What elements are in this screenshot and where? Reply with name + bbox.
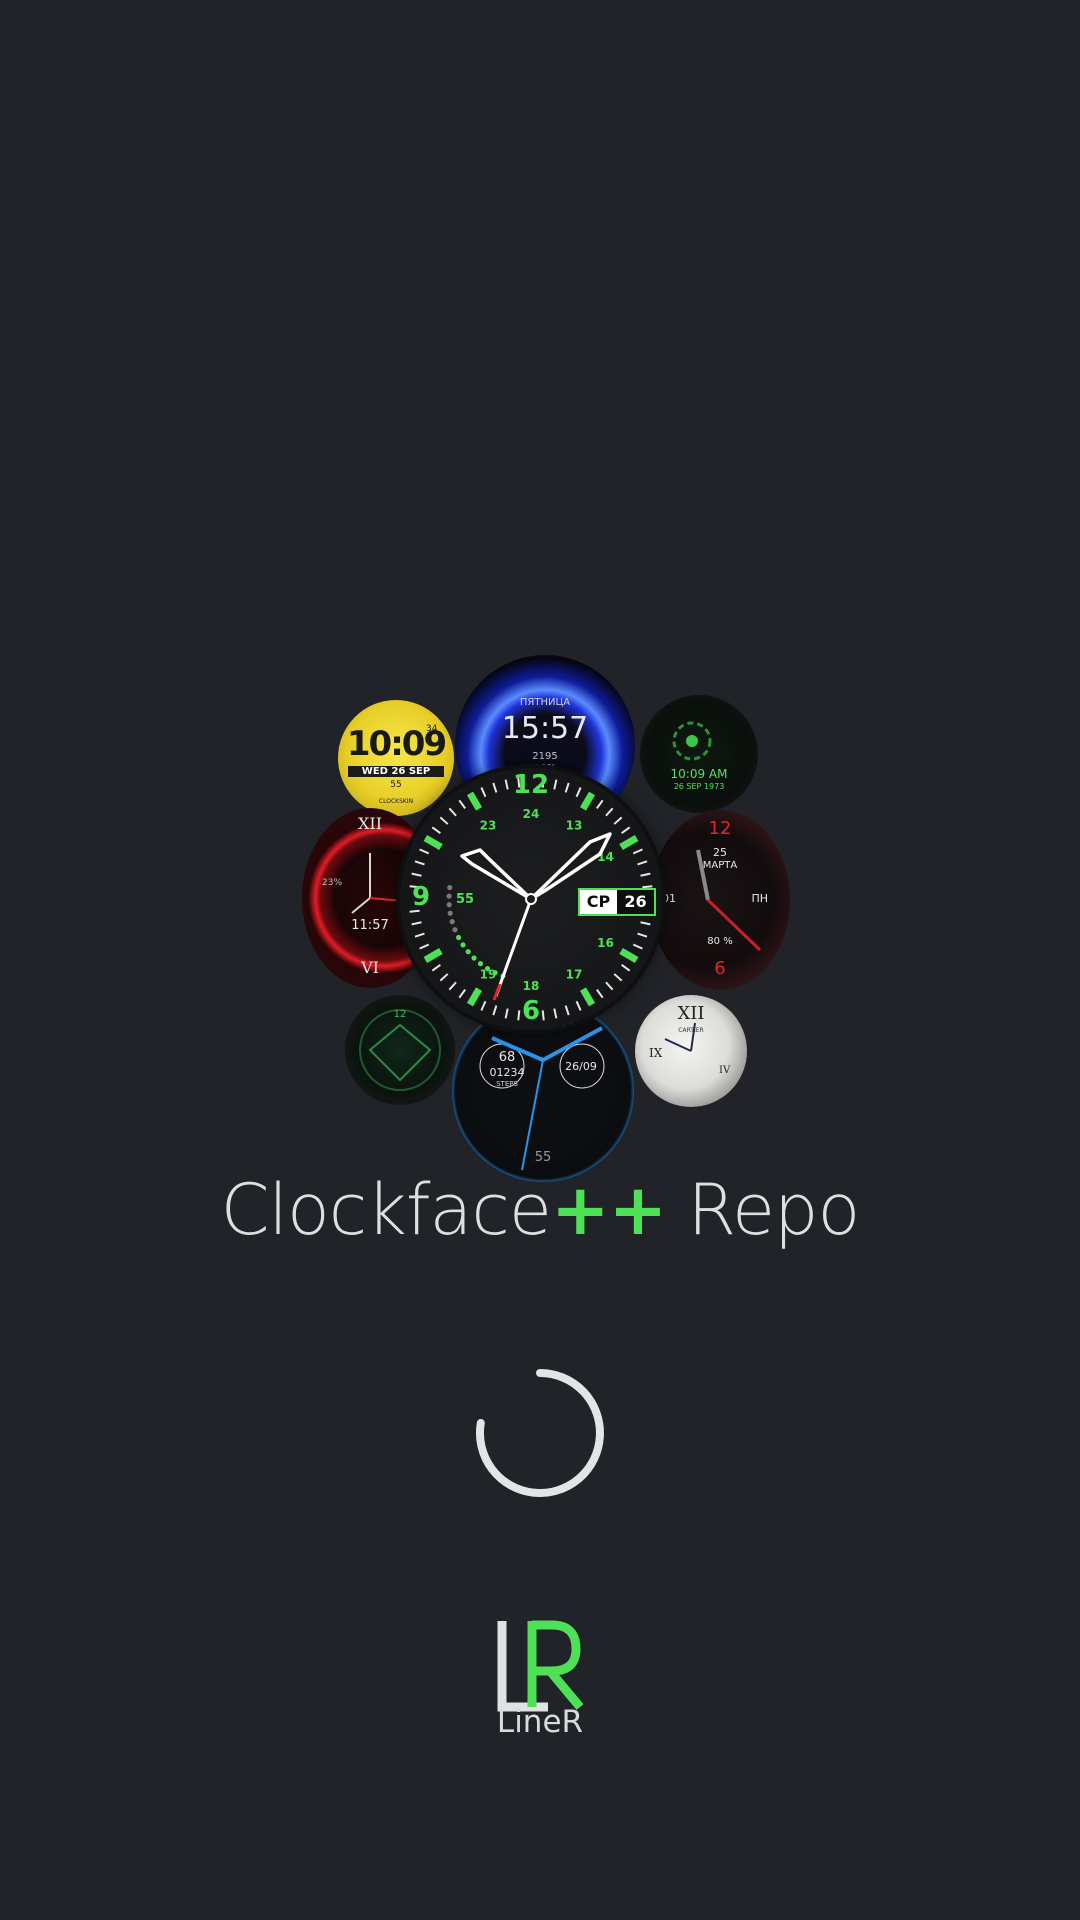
- progress-dot: [484, 965, 491, 972]
- red-r-hands-icon: [696, 849, 762, 952]
- progress-dot: [492, 970, 498, 976]
- inner-hour-number: 23: [480, 819, 497, 833]
- minute-tick: [448, 981, 457, 991]
- svg-text:IV: IV: [719, 1065, 731, 1076]
- minute-tick: [439, 816, 449, 825]
- minute-tick: [596, 799, 604, 809]
- watchface-collage: 10:09 34 WED 26 SEP 55 CLOCKSKIN ПЯТНИЦА…: [290, 650, 790, 1182]
- hour-marker: [619, 834, 639, 851]
- minute-tick: [640, 872, 651, 877]
- progress-dot: [477, 961, 484, 967]
- main-numeral-12: 12: [512, 770, 550, 800]
- svg-text:IX: IX: [649, 1046, 663, 1060]
- minute-tick: [431, 964, 441, 972]
- inner-hour-number: 18: [523, 979, 540, 993]
- inner-hour-number: 16: [597, 936, 614, 950]
- app-title-suffix: Repo: [666, 1169, 861, 1251]
- minute-tick: [419, 848, 430, 855]
- blue-time: 15:57: [501, 711, 589, 746]
- progress-dot: [465, 949, 471, 955]
- minute-tick: [414, 932, 425, 938]
- progress-dot: [446, 893, 452, 899]
- watchface-main-green: 24 13 14 16 17 18 19 23 12 9 6 55 СР 26: [400, 768, 662, 1030]
- yellow-seconds: 34: [426, 724, 438, 734]
- center-hub: [525, 893, 537, 905]
- minute-tick: [439, 973, 449, 982]
- progress-dot: [449, 919, 455, 925]
- brand-name: LineR: [496, 1704, 584, 1740]
- inner-hour-number: 24: [523, 807, 540, 821]
- blue-steps: 2195: [532, 751, 558, 762]
- minute-tick: [640, 921, 651, 926]
- minute-tick: [637, 860, 648, 866]
- minute-tick: [411, 872, 422, 877]
- blue-day: ПЯТНИЦА: [519, 697, 571, 708]
- progress-dot: [471, 955, 477, 961]
- main-numeral-9: 9: [411, 882, 431, 912]
- minute-tick: [605, 807, 614, 817]
- minute-tick: [414, 860, 425, 866]
- hour-marker: [619, 947, 639, 964]
- main-date-window: СР 26: [578, 888, 656, 916]
- inner-hour-number: 13: [566, 819, 583, 833]
- minute-tick: [613, 973, 623, 982]
- watchface-red-analog: 12 25 МАРТА 01 ПН 80 % 6: [650, 810, 790, 990]
- main-seconds: 55: [455, 892, 475, 907]
- minute-tick: [632, 943, 643, 950]
- hour-marker: [423, 834, 443, 851]
- progress-dot: [447, 884, 453, 891]
- minute-tick: [637, 932, 648, 938]
- app-title-plus: ++: [550, 1169, 667, 1251]
- main-date-day: СР: [580, 890, 617, 914]
- minute-tick: [613, 816, 623, 825]
- main-numeral-6: 6: [521, 996, 541, 1026]
- minute-tick: [458, 799, 466, 809]
- minute-tick: [632, 848, 643, 855]
- minute-tick: [621, 964, 631, 972]
- minute-tick: [431, 826, 441, 834]
- minute-tick: [605, 981, 614, 991]
- minute-tick: [448, 807, 457, 817]
- minute-tick: [419, 943, 430, 950]
- loading-spinner: [476, 1369, 604, 1497]
- splash-screen: 10:09 34 WED 26 SEP 55 CLOCKSKIN ПЯТНИЦА…: [0, 0, 1080, 1920]
- main-date-num: 26: [624, 892, 647, 911]
- progress-dot: [452, 927, 458, 933]
- hour-marker: [423, 947, 443, 964]
- minute-tick: [411, 921, 422, 926]
- progress-dot: [447, 910, 453, 916]
- app-title: Clockface++ Repo: [0, 1165, 1080, 1255]
- progress-dot: [455, 934, 462, 941]
- progress-dot: [460, 942, 466, 948]
- inner-hour-number: 17: [566, 967, 583, 981]
- minute-tick: [621, 826, 631, 834]
- app-title-main: Clockface: [220, 1169, 552, 1251]
